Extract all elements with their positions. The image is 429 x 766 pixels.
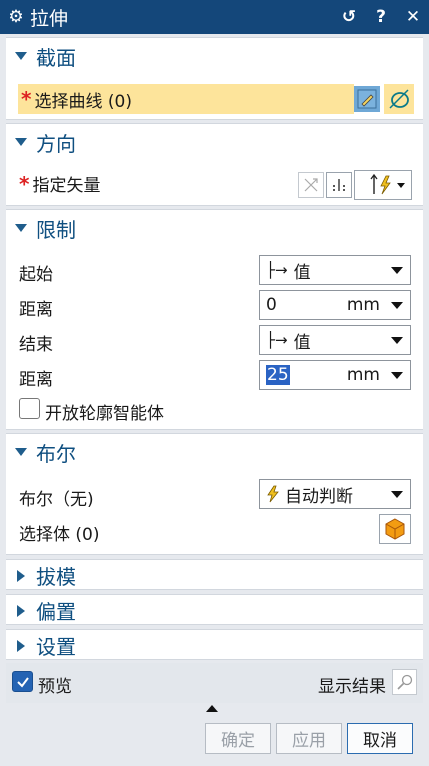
collapse-arrow-icon <box>6 52 36 60</box>
reverse-direction-icon <box>304 178 318 192</box>
section-settings-header[interactable]: 设置 <box>6 630 423 661</box>
select-body-label: 选择体 (0) <box>19 525 100 545</box>
ok-button[interactable]: 确定 <box>205 723 271 754</box>
title-bar: ⚙ 拉伸 ↺ ? ✕ <box>0 0 429 34</box>
curve-icon <box>389 89 409 109</box>
value-type-icon: ├→ <box>266 331 288 349</box>
end-label: 结束 <box>19 335 53 355</box>
section-profile: 截面 * 选择曲线 (0) <box>6 37 423 120</box>
section-limits: 限制 起始 ├→ 值 距离 0 mm 结束 ├→ 值 距离 25 mm 开放轮廓… <box>6 209 423 430</box>
open-profile-checkbox[interactable] <box>19 398 40 419</box>
reset-icon[interactable]: ↺ <box>333 7 365 27</box>
boolean-label: 布尔（无) <box>19 490 94 510</box>
start-select-value: 值 <box>293 262 311 283</box>
section-title: 偏置 <box>36 600 76 624</box>
expand-arrow-icon <box>6 569 36 582</box>
preview-label: 预览 <box>38 677 72 697</box>
vector-dialog-icon <box>333 179 345 191</box>
checkmark-icon <box>16 676 29 688</box>
section-title: 布尔 <box>36 441 76 466</box>
lightning-icon <box>267 485 279 503</box>
inferred-vector-icon <box>370 173 391 195</box>
end-select[interactable]: ├→ 值 <box>259 325 411 355</box>
cancel-button[interactable]: 取消 <box>347 723 413 754</box>
sketch-section-button[interactable] <box>354 86 380 112</box>
vector-dialog-button[interactable] <box>326 172 352 198</box>
magnifier-icon <box>396 674 412 690</box>
apply-button[interactable]: 应用 <box>276 723 342 754</box>
reverse-direction-button[interactable] <box>298 172 324 198</box>
dropdown-arrow-icon <box>391 267 403 274</box>
section-settings[interactable]: 设置 <box>6 629 423 660</box>
open-profile-label: 开放轮廓智能体 <box>45 404 164 424</box>
expand-arrow-icon <box>6 604 36 617</box>
end-distance-input[interactable]: 25 mm <box>259 360 411 390</box>
start-select[interactable]: ├→ 值 <box>259 255 411 285</box>
select-curve-label: 选择曲线 (0) <box>34 91 132 112</box>
start-distance-label: 距离 <box>19 300 53 320</box>
section-title: 限制 <box>36 217 76 242</box>
dropdown-arrow-icon[interactable] <box>391 372 403 379</box>
show-result-button[interactable] <box>392 669 417 695</box>
start-label: 起始 <box>19 265 53 285</box>
section-title: 方向 <box>36 131 76 156</box>
dropdown-arrow-icon <box>391 337 403 344</box>
section-direction: 方向 * 指定矢量 <box>6 123 423 206</box>
end-distance-value: 25 <box>266 365 290 385</box>
more-options-toggle[interactable] <box>206 705 218 712</box>
section-direction-header[interactable]: 方向 <box>6 124 423 160</box>
section-title: 拔模 <box>36 565 76 589</box>
sketch-icon <box>357 89 377 109</box>
boolean-select-value: 自动判断 <box>285 486 353 507</box>
section-boolean-header[interactable]: 布尔 <box>6 434 423 470</box>
value-type-icon: ├→ <box>266 261 288 279</box>
preview-checkbox[interactable] <box>12 671 33 692</box>
vector-label-wrap: * 指定矢量 <box>19 171 100 196</box>
start-distance-input[interactable]: 0 mm <box>259 290 411 320</box>
section-title: 截面 <box>36 45 76 70</box>
collapse-arrow-icon <box>6 138 36 146</box>
close-icon[interactable]: ✕ <box>397 7 429 27</box>
dropdown-arrow-icon <box>397 183 405 188</box>
section-title: 设置 <box>36 635 76 659</box>
section-offset-header[interactable]: 偏置 <box>6 595 423 626</box>
boolean-select[interactable]: 自动判断 <box>259 479 411 509</box>
inferred-vector-button[interactable] <box>354 170 412 200</box>
select-body-button[interactable] <box>379 514 411 544</box>
show-result-label: 显示结果 <box>318 677 386 697</box>
section-limits-header[interactable]: 限制 <box>6 210 423 246</box>
section-offset[interactable]: 偏置 <box>6 594 423 625</box>
section-draft[interactable]: 拔模 <box>6 559 423 590</box>
section-draft-header[interactable]: 拔模 <box>6 560 423 591</box>
end-distance-label: 距离 <box>19 370 53 390</box>
collapse-arrow-icon <box>6 448 36 456</box>
expand-arrow-icon <box>6 639 36 652</box>
start-distance-unit: mm <box>346 295 380 315</box>
preview-bar: 预览 显示结果 <box>6 663 423 703</box>
collapse-arrow-icon <box>6 224 36 232</box>
end-distance-unit: mm <box>346 365 380 385</box>
start-distance-value: 0 <box>266 295 277 315</box>
solid-body-icon <box>385 518 405 540</box>
dropdown-arrow-icon[interactable] <box>391 302 403 309</box>
required-asterisk-icon: * <box>19 171 30 196</box>
select-curve-field[interactable]: * 选择曲线 (0) <box>18 84 354 114</box>
dialog-title: 拉伸 <box>30 7 69 30</box>
help-icon[interactable]: ? <box>365 7 397 27</box>
gear-icon[interactable]: ⚙ <box>2 7 30 27</box>
section-boolean: 布尔 布尔（无) 自动判断 选择体 (0) <box>6 433 423 555</box>
required-asterisk-icon: * <box>21 87 32 111</box>
vector-label: 指定矢量 <box>32 175 101 196</box>
end-select-value: 值 <box>293 332 311 353</box>
dropdown-arrow-icon <box>391 491 403 498</box>
curve-button[interactable] <box>384 84 414 114</box>
section-profile-header[interactable]: 截面 <box>6 38 423 74</box>
